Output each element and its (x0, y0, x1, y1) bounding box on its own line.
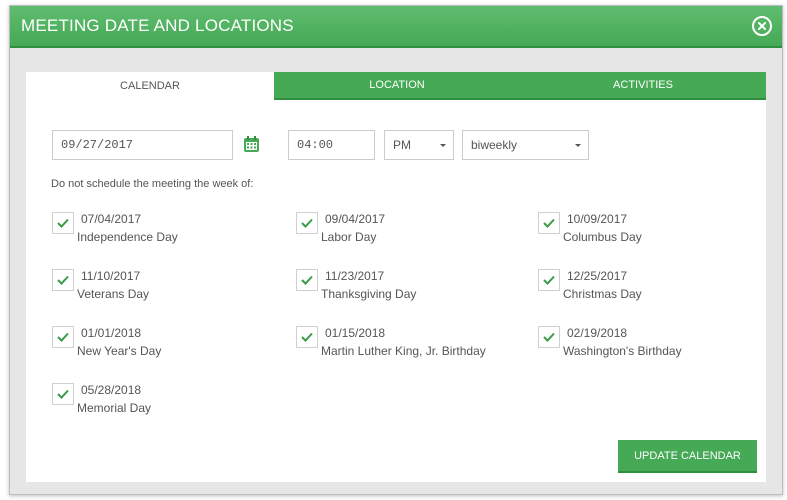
holiday-name: Thanksgiving Day (321, 287, 417, 301)
checkmark-icon (57, 389, 69, 399)
holiday-date: 07/04/2017 (81, 212, 142, 226)
holiday-item: 11/10/2017 Veterans Day (52, 269, 272, 309)
holiday-checkbox[interactable] (538, 212, 560, 234)
tab-bar: CALENDAR LOCATION ACTIVITIES (26, 72, 766, 100)
holiday-item: 07/04/2017 Independence Day (52, 212, 272, 252)
holiday-date: 01/15/2018 (325, 326, 386, 340)
checkmark-icon (543, 275, 555, 285)
holiday-name: Labor Day (321, 230, 377, 244)
calendar-panel: CALENDAR LOCATION ACTIVITIES 09/27/2017 … (26, 72, 766, 482)
holiday-name: Columbus Day (563, 230, 642, 244)
holiday-name: New Year's Day (77, 344, 162, 358)
holiday-name: Washington's Birthday (563, 344, 682, 358)
holiday-item: 05/28/2018 Memorial Day (52, 383, 272, 423)
holiday-date: 09/04/2017 (325, 212, 386, 226)
holiday-item: 09/04/2017 Labor Day (296, 212, 516, 252)
holiday-date: 01/01/2018 (81, 326, 142, 340)
holiday-checkbox[interactable] (52, 326, 74, 348)
holiday-checkbox[interactable] (296, 269, 318, 291)
frequency-select-value: biweekly (471, 138, 518, 152)
holiday-date: 05/28/2018 (81, 383, 142, 397)
holiday-checkbox[interactable] (296, 212, 318, 234)
holiday-item: 10/09/2017 Columbus Day (538, 212, 758, 252)
holiday-item: 11/23/2017 Thanksgiving Day (296, 269, 516, 309)
date-field[interactable]: 09/27/2017 (52, 130, 233, 160)
holiday-date: 02/19/2018 (567, 326, 628, 340)
checkmark-icon (543, 218, 555, 228)
holiday-item: 02/19/2018 Washington's Birthday (538, 326, 758, 366)
chevron-down-icon (440, 144, 446, 147)
ampm-select-value: PM (393, 138, 411, 152)
holiday-name: Veterans Day (77, 287, 150, 301)
holiday-date: 11/23/2017 (325, 269, 385, 283)
holiday-item: 01/01/2018 New Year's Day (52, 326, 272, 366)
calendar-icon[interactable] (243, 136, 260, 158)
holiday-date: 12/25/2017 (567, 269, 628, 283)
close-icon[interactable] (752, 16, 772, 36)
chevron-down-icon (575, 144, 581, 147)
holiday-checkbox[interactable] (52, 269, 74, 291)
exclusion-note: Do not schedule the meeting the week of: (51, 178, 254, 190)
ampm-select[interactable]: PM (384, 130, 454, 160)
checkmark-icon (301, 218, 313, 228)
frequency-select[interactable]: biweekly (462, 130, 589, 160)
holiday-checkbox[interactable] (538, 269, 560, 291)
dialog-title: MEETING DATE AND LOCATIONS (21, 16, 294, 35)
holiday-checkbox[interactable] (296, 326, 318, 348)
checkmark-icon (57, 218, 69, 228)
checkmark-icon (57, 332, 69, 342)
tab-activities[interactable]: ACTIVITIES (520, 72, 766, 100)
holiday-name: Martin Luther King, Jr. Birthday (321, 344, 486, 358)
holiday-name: Memorial Day (77, 401, 152, 415)
dialog-header: MEETING DATE AND LOCATIONS (10, 6, 782, 48)
time-field[interactable]: 04:00 (288, 130, 375, 160)
holiday-item: 01/15/2018 Martin Luther King, Jr. Birth… (296, 326, 516, 366)
checkmark-icon (301, 332, 313, 342)
checkmark-icon (57, 275, 69, 285)
holiday-checkbox[interactable] (52, 212, 74, 234)
update-calendar-button[interactable]: UPDATE CALENDAR (618, 440, 757, 473)
checkmark-icon (543, 332, 555, 342)
holiday-date: 10/09/2017 (567, 212, 628, 226)
holiday-name: Independence Day (77, 230, 178, 244)
holiday-checkbox[interactable] (52, 383, 74, 405)
tab-calendar[interactable]: CALENDAR (26, 72, 274, 100)
holiday-item: 12/25/2017 Christmas Day (538, 269, 758, 309)
checkmark-icon (301, 275, 313, 285)
holiday-name: Christmas Day (563, 287, 642, 301)
holiday-date: 11/10/2017 (81, 269, 141, 283)
tab-location[interactable]: LOCATION (274, 72, 520, 100)
holiday-checkbox[interactable] (538, 326, 560, 348)
meeting-dialog: MEETING DATE AND LOCATIONS CALENDAR LOCA… (9, 5, 783, 495)
